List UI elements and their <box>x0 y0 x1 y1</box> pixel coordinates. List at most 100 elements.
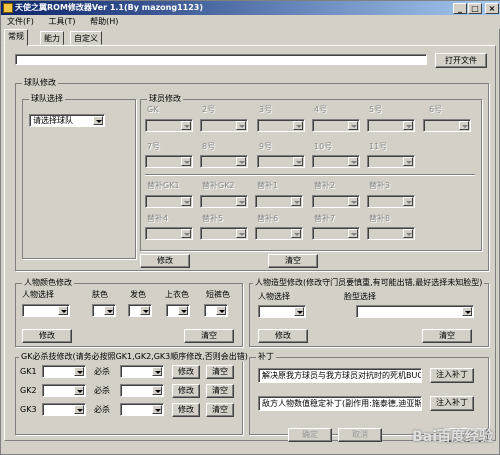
gk1-modify-button[interactable]: 修改 <box>172 365 200 379</box>
gk2-clear-button[interactable]: 清空 <box>206 384 234 398</box>
chevron-down-icon[interactable] <box>181 121 191 130</box>
patch-apply-button-1[interactable]: 注入补丁 <box>430 368 474 383</box>
ok-button[interactable]: 确定 <box>288 428 332 442</box>
chevron-down-icon[interactable] <box>403 121 413 130</box>
menu-file[interactable]: 文件(F) <box>1 15 40 29</box>
player-select-5[interactable] <box>367 119 415 132</box>
shirt-color-dropdown[interactable] <box>166 304 190 317</box>
patch-apply-button-2[interactable]: 注入补丁 <box>430 396 474 411</box>
chevron-down-icon[interactable] <box>181 197 191 206</box>
gk2-modify-button[interactable]: 修改 <box>172 384 200 398</box>
sub-select-8[interactable] <box>367 227 415 240</box>
menu-help[interactable]: 帮助(H) <box>84 15 124 29</box>
minimize-button[interactable]: _ <box>453 3 467 14</box>
chevron-down-icon[interactable] <box>104 306 114 315</box>
team-select-dropdown[interactable]: 请选择球队 <box>29 114 105 127</box>
team-clear-button[interactable]: 清空 <box>268 254 318 268</box>
sub-select-7[interactable] <box>312 227 360 240</box>
sub-label-2: 替补2 <box>314 181 336 190</box>
chevron-down-icon[interactable] <box>348 157 358 166</box>
color-clear-button[interactable]: 清空 <box>184 329 234 343</box>
player-select-3[interactable] <box>257 119 305 132</box>
face-clear-button[interactable]: 清空 <box>422 329 472 343</box>
file-path-field[interactable] <box>15 54 427 65</box>
team-modify-button[interactable]: 修改 <box>140 254 190 268</box>
sub-select-4[interactable] <box>145 227 193 240</box>
hair-color-dropdown[interactable] <box>128 304 152 317</box>
chevron-down-icon[interactable] <box>140 306 150 315</box>
chevron-down-icon[interactable] <box>348 121 358 130</box>
chevron-down-icon[interactable] <box>293 121 303 130</box>
sub-select-2[interactable] <box>312 195 360 208</box>
chevron-down-icon[interactable] <box>216 306 226 315</box>
maximize-button[interactable]: □ <box>468 3 482 14</box>
player-select-6[interactable] <box>423 119 471 132</box>
chevron-down-icon[interactable] <box>152 367 162 376</box>
chevron-down-icon[interactable] <box>93 116 103 125</box>
player-select-10[interactable] <box>312 155 360 168</box>
chevron-down-icon[interactable] <box>293 157 303 166</box>
chevron-down-icon[interactable] <box>348 229 358 238</box>
menu-tools[interactable]: 工具(T) <box>42 15 81 29</box>
chevron-down-icon[interactable] <box>74 405 84 414</box>
chevron-down-icon[interactable] <box>152 405 162 414</box>
gk1-clear-button[interactable]: 清空 <box>206 365 234 379</box>
chevron-down-icon[interactable] <box>152 386 162 395</box>
sub-select-6[interactable] <box>255 227 303 240</box>
gk2-dropdown[interactable] <box>42 384 86 397</box>
chevron-down-icon[interactable] <box>403 229 413 238</box>
face-modify-button[interactable]: 修改 <box>258 329 308 343</box>
sub-select-gk2[interactable] <box>200 195 248 208</box>
player-select-7[interactable] <box>145 155 193 168</box>
tab-general[interactable]: 常规 <box>4 29 28 46</box>
gk2-special-dropdown[interactable] <box>120 384 164 397</box>
chevron-down-icon[interactable] <box>178 306 188 315</box>
gk-special-label: GK必杀技修改(请务必按照GK1,GK2,GK3顺序修改,否则会出错) <box>19 352 250 362</box>
sub-select-gk1[interactable] <box>145 195 193 208</box>
chevron-down-icon[interactable] <box>236 157 246 166</box>
tab-ability[interactable]: 能力 <box>40 31 64 45</box>
shorts-color-dropdown[interactable] <box>204 304 228 317</box>
chevron-down-icon[interactable] <box>459 121 469 130</box>
cancel-button[interactable]: 取消 <box>338 428 382 442</box>
close-button[interactable]: × <box>485 3 499 14</box>
chevron-down-icon[interactable] <box>294 307 304 316</box>
chevron-down-icon[interactable] <box>74 386 84 395</box>
color-modify-button[interactable]: 修改 <box>22 329 72 343</box>
sub-select-3[interactable] <box>367 195 415 208</box>
sub-select-1[interactable] <box>255 195 303 208</box>
skin-color-dropdown[interactable] <box>92 304 116 317</box>
sub-select-5[interactable] <box>200 227 248 240</box>
player-select-9[interactable] <box>257 155 305 168</box>
chevron-down-icon[interactable] <box>74 367 84 376</box>
player-select-8[interactable] <box>200 155 248 168</box>
player-select-2[interactable] <box>200 119 248 132</box>
gk3-special-dropdown[interactable] <box>120 403 164 416</box>
face-type-dropdown[interactable] <box>356 305 474 318</box>
gk1-special-dropdown[interactable] <box>120 365 164 378</box>
chevron-down-icon[interactable] <box>403 157 413 166</box>
gk3-modify-button[interactable]: 修改 <box>172 403 200 417</box>
player-select-gk[interactable] <box>145 119 193 132</box>
color-person-dropdown[interactable] <box>22 304 70 317</box>
chevron-down-icon[interactable] <box>403 197 413 206</box>
face-person-dropdown[interactable] <box>258 305 306 318</box>
chevron-down-icon[interactable] <box>236 197 246 206</box>
chevron-down-icon[interactable] <box>348 197 358 206</box>
gk1-dropdown[interactable] <box>42 365 86 378</box>
tab-custom[interactable]: 自定义 <box>70 31 102 45</box>
title-bar[interactable]: 天使之翼ROM修改器Ver 1.1(By mazong1123) <box>1 1 500 15</box>
gk3-clear-button[interactable]: 清空 <box>206 403 234 417</box>
open-file-button[interactable]: 打开文件 <box>435 53 487 68</box>
chevron-down-icon[interactable] <box>236 121 246 130</box>
chevron-down-icon[interactable] <box>462 307 472 316</box>
chevron-down-icon[interactable] <box>58 306 68 315</box>
chevron-down-icon[interactable] <box>236 229 246 238</box>
gk3-dropdown[interactable] <box>42 403 86 416</box>
chevron-down-icon[interactable] <box>291 229 301 238</box>
chevron-down-icon[interactable] <box>291 197 301 206</box>
player-select-4[interactable] <box>312 119 360 132</box>
chevron-down-icon[interactable] <box>181 229 191 238</box>
chevron-down-icon[interactable] <box>181 157 191 166</box>
player-select-11[interactable] <box>367 155 415 168</box>
